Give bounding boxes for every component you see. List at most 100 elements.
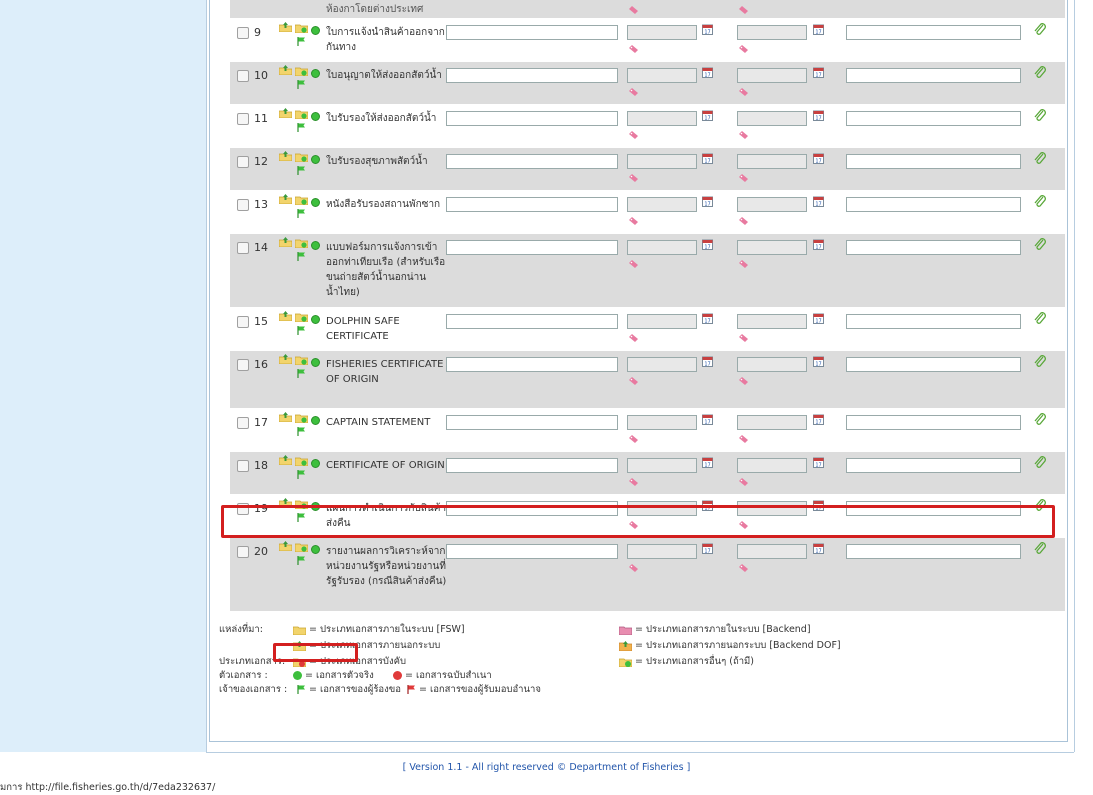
calendar-icon[interactable]: 17: [813, 313, 824, 324]
issue-date-input[interactable]: [627, 357, 697, 372]
folder-required-icon[interactable]: [295, 455, 308, 466]
document-number-input[interactable]: [446, 415, 618, 430]
tag-icon[interactable]: [739, 564, 748, 572]
attachment-clip-icon[interactable]: [1034, 456, 1046, 470]
issue-date-input[interactable]: [627, 314, 697, 329]
folder-required-icon[interactable]: [295, 412, 308, 423]
tag-icon[interactable]: [629, 435, 638, 443]
calendar-icon[interactable]: 17: [813, 356, 824, 367]
document-number-input[interactable]: [446, 25, 618, 40]
row-checkbox[interactable]: [237, 242, 249, 254]
row-checkbox[interactable]: [237, 199, 249, 211]
tag-icon[interactable]: [629, 217, 638, 225]
remark-input[interactable]: [846, 415, 1021, 430]
tag-icon[interactable]: [629, 6, 638, 14]
folder-required-icon[interactable]: [295, 311, 308, 322]
green-dot-icon[interactable]: [311, 315, 320, 324]
expiry-date-input[interactable]: [737, 240, 807, 255]
calendar-icon[interactable]: 17: [702, 356, 713, 367]
green-dot-icon[interactable]: [311, 155, 320, 164]
calendar-icon[interactable]: 17: [702, 457, 713, 468]
tag-icon[interactable]: [739, 6, 748, 14]
document-number-input[interactable]: [446, 240, 618, 255]
expiry-date-input[interactable]: [737, 357, 807, 372]
expiry-date-input[interactable]: [737, 314, 807, 329]
row-checkbox[interactable]: [237, 316, 249, 328]
green-dot-icon[interactable]: [311, 545, 320, 554]
tag-icon[interactable]: [629, 88, 638, 96]
calendar-icon[interactable]: 17: [702, 414, 713, 425]
folder-required-icon[interactable]: [295, 194, 308, 205]
calendar-icon[interactable]: 17: [813, 543, 824, 554]
tag-icon[interactable]: [739, 377, 748, 385]
tag-icon[interactable]: [739, 478, 748, 486]
green-dot-icon[interactable]: [311, 358, 320, 367]
folder-required-icon[interactable]: [295, 108, 308, 119]
attachment-clip-icon[interactable]: [1034, 195, 1046, 209]
folder-required-icon[interactable]: [295, 151, 308, 162]
tag-icon[interactable]: [739, 88, 748, 96]
attachment-clip-icon[interactable]: [1034, 413, 1046, 427]
row-checkbox[interactable]: [237, 156, 249, 168]
row-checkbox[interactable]: [237, 70, 249, 82]
calendar-icon[interactable]: 17: [813, 196, 824, 207]
document-number-input[interactable]: [446, 197, 618, 212]
calendar-icon[interactable]: 17: [702, 196, 713, 207]
calendar-icon[interactable]: 17: [702, 67, 713, 78]
folder-required-icon[interactable]: [295, 237, 308, 248]
row-checkbox[interactable]: [237, 417, 249, 429]
calendar-icon[interactable]: 17: [813, 239, 824, 250]
tag-icon[interactable]: [739, 217, 748, 225]
expiry-date-input[interactable]: [737, 68, 807, 83]
issue-date-input[interactable]: [627, 240, 697, 255]
folder-upload-icon[interactable]: [279, 22, 292, 32]
attachment-clip-icon[interactable]: [1034, 542, 1046, 556]
tag-icon[interactable]: [739, 174, 748, 182]
calendar-icon[interactable]: 17: [702, 24, 713, 35]
document-number-input[interactable]: [446, 154, 618, 169]
attachment-clip-icon[interactable]: [1034, 152, 1046, 166]
tag-icon[interactable]: [629, 174, 638, 182]
issue-date-input[interactable]: [627, 458, 697, 473]
issue-date-input[interactable]: [627, 415, 697, 430]
calendar-icon[interactable]: 17: [813, 414, 824, 425]
calendar-icon[interactable]: 17: [813, 153, 824, 164]
green-dot-icon[interactable]: [311, 112, 320, 121]
calendar-icon[interactable]: 17: [813, 67, 824, 78]
remark-input[interactable]: [846, 314, 1021, 329]
remark-input[interactable]: [846, 458, 1021, 473]
tag-icon[interactable]: [629, 45, 638, 53]
remark-input[interactable]: [846, 111, 1021, 126]
remark-input[interactable]: [846, 68, 1021, 83]
calendar-icon[interactable]: 17: [702, 239, 713, 250]
row-checkbox[interactable]: [237, 113, 249, 125]
folder-upload-icon[interactable]: [279, 311, 292, 321]
green-dot-icon[interactable]: [311, 69, 320, 78]
remark-input[interactable]: [846, 357, 1021, 372]
tag-icon[interactable]: [629, 377, 638, 385]
row-checkbox[interactable]: [237, 546, 249, 558]
attachment-clip-icon[interactable]: [1034, 109, 1046, 123]
calendar-icon[interactable]: 17: [702, 543, 713, 554]
issue-date-input[interactable]: [627, 68, 697, 83]
green-dot-icon[interactable]: [311, 26, 320, 35]
footer-version[interactable]: [ Version 1.1 - All right reserved © Dep…: [0, 762, 1093, 773]
document-number-input[interactable]: [446, 458, 618, 473]
calendar-icon[interactable]: 17: [813, 110, 824, 121]
folder-required-icon[interactable]: [295, 541, 308, 552]
issue-date-input[interactable]: [627, 544, 697, 559]
attachment-clip-icon[interactable]: [1034, 355, 1046, 369]
row-checkbox[interactable]: [237, 27, 249, 39]
folder-upload-icon[interactable]: [279, 151, 292, 161]
folder-required-icon[interactable]: [295, 65, 308, 76]
expiry-date-input[interactable]: [737, 458, 807, 473]
remark-input[interactable]: [846, 240, 1021, 255]
tag-icon[interactable]: [739, 45, 748, 53]
calendar-icon[interactable]: 17: [813, 457, 824, 468]
attachment-clip-icon[interactable]: [1034, 312, 1046, 326]
document-number-input[interactable]: [446, 314, 618, 329]
row-checkbox[interactable]: [237, 359, 249, 371]
tag-icon[interactable]: [739, 131, 748, 139]
folder-upload-icon[interactable]: [279, 108, 292, 118]
remark-input[interactable]: [846, 25, 1021, 40]
